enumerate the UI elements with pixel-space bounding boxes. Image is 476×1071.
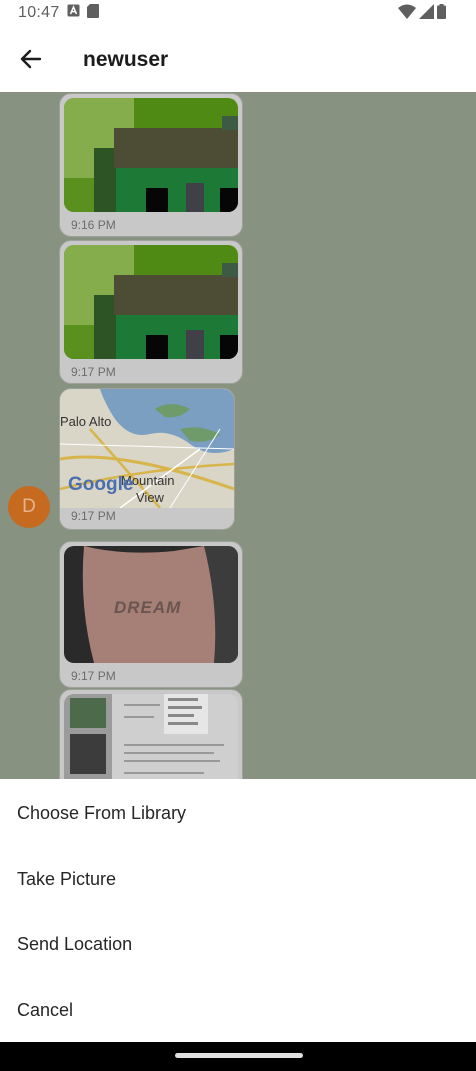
message-image: DREAM bbox=[64, 546, 238, 663]
a-notification-icon bbox=[67, 4, 80, 22]
take-picture-option[interactable]: Take Picture bbox=[17, 869, 116, 890]
chat-area[interactable]: 9:16 PM 9:17 PM Palo Alto Mountain View … bbox=[0, 92, 476, 779]
map-thumbnail: Palo Alto Mountain View Google bbox=[60, 389, 234, 508]
message-image bbox=[64, 245, 238, 359]
image-message[interactable]: 9:17 PM bbox=[59, 240, 243, 384]
message-time: 9:17 PM bbox=[71, 669, 116, 683]
message-image bbox=[64, 694, 238, 779]
avatar[interactable]: D bbox=[8, 486, 50, 528]
arrow-left-icon bbox=[20, 49, 42, 69]
signal-icon bbox=[419, 4, 434, 24]
message-time: 9:16 PM bbox=[71, 218, 116, 232]
location-message[interactable]: Palo Alto Mountain View Google 9:17 PM bbox=[59, 388, 235, 530]
send-location-option[interactable]: Send Location bbox=[17, 934, 132, 955]
message-image bbox=[64, 98, 238, 212]
google-logo: Google bbox=[68, 474, 134, 495]
map-label: Palo Alto bbox=[60, 414, 112, 429]
status-bar: 10:47 bbox=[0, 0, 476, 26]
message-time: 9:17 PM bbox=[71, 365, 116, 379]
image-text: DREAM bbox=[114, 598, 182, 617]
status-time: 10:47 bbox=[18, 4, 60, 21]
home-gesture-handle[interactable] bbox=[175, 1053, 303, 1058]
image-message[interactable]: 9:16 PM bbox=[59, 93, 243, 237]
battery-icon bbox=[437, 4, 446, 24]
wifi-icon bbox=[398, 4, 416, 24]
back-button[interactable] bbox=[18, 46, 44, 72]
system-nav-bar bbox=[0, 1042, 476, 1071]
app-bar: newuser bbox=[0, 26, 476, 92]
action-sheet: Choose From Library Take Picture Send Lo… bbox=[0, 779, 476, 1042]
image-message[interactable]: DREAM 9:17 PM bbox=[59, 541, 243, 688]
image-message[interactable] bbox=[59, 689, 243, 779]
sd-card-icon bbox=[86, 3, 99, 23]
choose-from-library-option[interactable]: Choose From Library bbox=[17, 803, 186, 824]
map-label: View bbox=[136, 490, 164, 505]
message-time: 9:17 PM bbox=[71, 509, 116, 523]
chat-title: newuser bbox=[83, 48, 169, 71]
cancel-option[interactable]: Cancel bbox=[17, 1000, 73, 1021]
